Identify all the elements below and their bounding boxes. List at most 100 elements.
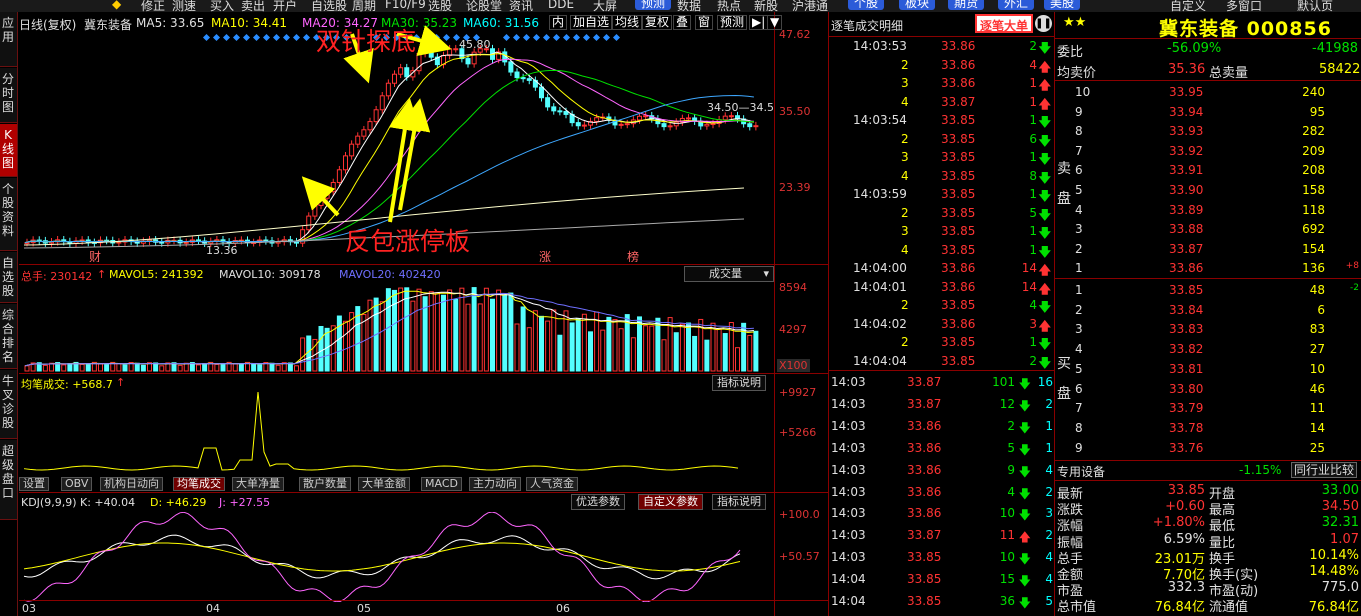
mavol20-legend: MAVOL20: 402420 bbox=[339, 268, 441, 281]
sidebar-tab-6[interactable]: 牛叉诊股 bbox=[0, 370, 17, 439]
toolbar-item-10[interactable]: 资讯 bbox=[509, 0, 533, 12]
toolbar-item-6[interactable]: 周期 bbox=[352, 0, 376, 12]
toolbar-item-20[interactable]: 期货 bbox=[948, 0, 985, 10]
buy-level-row[interactable]: 9 33.76 25 bbox=[1073, 438, 1361, 458]
toolbar-item-15[interactable]: 热点 bbox=[717, 0, 741, 12]
toolbar-item-18[interactable]: 个股 bbox=[848, 0, 885, 10]
signal-diamond-icon bbox=[542, 33, 551, 42]
indicator-tab-6[interactable]: 大单金额 bbox=[358, 477, 410, 491]
sell-level-row[interactable]: 5 33.90 158 bbox=[1073, 180, 1361, 200]
buy-level-row[interactable]: 2 33.84 6 bbox=[1073, 300, 1361, 320]
sidebar-tab-4[interactable]: 自选股 bbox=[0, 252, 17, 303]
signal-diamond-icon bbox=[522, 33, 531, 42]
sell-level-row[interactable]: 9 33.94 95 bbox=[1073, 102, 1361, 122]
period-label[interactable]: 日线(复权) bbox=[19, 16, 76, 33]
quote-book-bottom bbox=[1055, 460, 1361, 461]
toolbar-item-3[interactable]: 卖出 bbox=[241, 0, 265, 12]
chart-header-button-7[interactable]: ▶| bbox=[749, 15, 769, 30]
toolbar-logo-icon[interactable]: ◆ bbox=[112, 0, 121, 11]
sell-level-row[interactable]: 10 33.95 240 bbox=[1073, 82, 1361, 102]
sidebar-tab-5[interactable]: 综合排名 bbox=[0, 304, 17, 369]
sidebar-tab-3[interactable]: 个股资料 bbox=[0, 178, 17, 251]
toolbar-item-5[interactable]: 自选股 bbox=[311, 0, 347, 12]
avg-trade-chart[interactable] bbox=[19, 392, 774, 476]
toolbar-item-25[interactable]: 默认页 bbox=[1297, 0, 1333, 12]
toolbar-item-21[interactable]: 外汇 bbox=[998, 0, 1035, 10]
buy-level-row[interactable]: 7 33.79 11 bbox=[1073, 398, 1361, 418]
indicator-tab-5[interactable]: 散户数量 bbox=[299, 477, 351, 491]
chart-header-button-4[interactable]: 叠 bbox=[673, 15, 692, 30]
sidebar-tab-7[interactable]: 超级盘口 bbox=[0, 440, 17, 520]
sell-level-row[interactable]: 1 33.86 136 +8 bbox=[1073, 258, 1361, 278]
sell-level-row[interactable]: 8 33.93 282 bbox=[1073, 121, 1361, 141]
avg-trade-legend: 均笔成交: +568.7 bbox=[21, 378, 113, 391]
indicator-tab-2[interactable]: 机构日动向 bbox=[100, 477, 163, 491]
toolbar-item-8[interactable]: 选股 bbox=[428, 0, 452, 12]
toolbar-item-2[interactable]: 买入 bbox=[210, 0, 234, 12]
sell-level-row[interactable]: 3 33.88 692 bbox=[1073, 219, 1361, 239]
indicator-tab-0[interactable]: 设置 bbox=[19, 477, 49, 491]
indicator-tab-9[interactable]: 人气资金 bbox=[526, 477, 578, 491]
candle-body bbox=[373, 109, 379, 123]
volume-chart[interactable] bbox=[19, 282, 774, 372]
tick-price: 33.86 bbox=[941, 39, 976, 53]
chart-header-button-1[interactable]: 加自选 bbox=[570, 15, 613, 30]
indicator-tab-4[interactable]: 大单净量 bbox=[232, 477, 284, 491]
toolbar-item-23[interactable]: 自定义 bbox=[1170, 0, 1206, 12]
weibi-row: 委比 -56.09% -41988 bbox=[1055, 41, 1361, 60]
toolbar-item-22[interactable]: 美股 bbox=[1044, 0, 1081, 10]
top-toolbar: 修正 测速 买入 卖出 开户 自选股 周期 F10/F9 选股 论股堂 资讯 DDE 大屏 预测 数据 热点 新… bbox=[0, 0, 1361, 12]
chart-header-button-0[interactable]: 内 bbox=[549, 15, 568, 30]
toolbar-item-0[interactable]: 修正 bbox=[141, 0, 165, 12]
industry-compare-button[interactable]: 同行业比较 bbox=[1291, 462, 1358, 478]
toolbar-item-24[interactable]: 多窗口 bbox=[1226, 0, 1262, 12]
toolbar-item-12[interactable]: 大屏 bbox=[593, 0, 617, 12]
toolbar-item-1[interactable]: 测速 bbox=[172, 0, 196, 12]
sidebar-tab-0[interactable]: 应用 bbox=[0, 12, 17, 67]
chart-header-button-2[interactable]: 均线 bbox=[612, 15, 643, 30]
buy-level-row[interactable]: 6 33.80 46 bbox=[1073, 379, 1361, 399]
buy-level-row[interactable]: 3 33.83 83 bbox=[1073, 319, 1361, 339]
down-arrow-icon: 🡇 bbox=[1018, 508, 1031, 523]
chart-header-button-5[interactable]: 窗 bbox=[695, 15, 714, 30]
sell-level-row[interactable]: 4 33.89 118 bbox=[1073, 200, 1361, 220]
indicator-tab-1[interactable]: OBV bbox=[61, 477, 93, 491]
sidebar-tab-2[interactable]: K线图 bbox=[0, 124, 17, 177]
chart-header-button-6[interactable]: 预测 bbox=[717, 15, 748, 30]
toolbar-item-13[interactable]: 预测 bbox=[635, 0, 672, 10]
buy-level-row[interactable]: 5 33.81 10 bbox=[1073, 359, 1361, 379]
sell-level-row[interactable]: 6 33.91 208 bbox=[1073, 160, 1361, 180]
minute-price: 33.86 bbox=[907, 484, 942, 499]
toolbar-item-11[interactable]: DDE bbox=[548, 0, 574, 11]
pause-icon[interactable]: ❚❚ bbox=[1035, 15, 1052, 32]
favorite-stars-icon[interactable]: ★★ bbox=[1063, 15, 1086, 30]
buy-level-row[interactable]: 8 33.78 14 bbox=[1073, 418, 1361, 438]
big-order-mode-button[interactable]: 逐笔大单 bbox=[975, 14, 1034, 33]
kdj-button-1[interactable]: 自定义参数 bbox=[638, 494, 703, 510]
kdj-button-0[interactable]: 优选参数 bbox=[571, 494, 625, 510]
sell-level-row[interactable]: 7 33.92 209 bbox=[1073, 141, 1361, 161]
indicator-tab-3[interactable]: 均笔成交 bbox=[173, 477, 225, 491]
buy-level-row[interactable]: 4 33.82 27 bbox=[1073, 339, 1361, 359]
indicator-tab-8[interactable]: 主力动向 bbox=[469, 477, 521, 491]
kdj-chart[interactable] bbox=[19, 512, 774, 602]
industry-label[interactable]: 专用设备 bbox=[1057, 463, 1105, 480]
avg-trade-explain-button[interactable]: 指标说明 bbox=[712, 375, 766, 391]
toolbar-item-17[interactable]: 沪港通 bbox=[792, 0, 828, 12]
buy-level-row[interactable]: 1 33.85 48 -2 bbox=[1073, 280, 1361, 300]
sell-change: +8 bbox=[1345, 261, 1359, 272]
volume-bar bbox=[630, 337, 636, 372]
tick-time: 4 bbox=[901, 242, 909, 257]
toolbar-item-4[interactable]: 开户 bbox=[273, 0, 297, 12]
kdj-button-2[interactable]: 指标说明 bbox=[712, 494, 766, 510]
sell-level-row[interactable]: 2 33.87 154 bbox=[1073, 239, 1361, 259]
toolbar-item-7[interactable]: F10/F9 bbox=[385, 0, 426, 11]
chart-header-button-3[interactable]: 复权 bbox=[642, 15, 673, 30]
toolbar-item-19[interactable]: 板块 bbox=[899, 0, 936, 10]
volume-indicator-dropdown[interactable]: 成交量 ▾ bbox=[684, 266, 774, 282]
toolbar-item-14[interactable]: 数据 bbox=[677, 0, 701, 12]
toolbar-item-16[interactable]: 新股 bbox=[754, 0, 778, 12]
indicator-tab-7[interactable]: MACD bbox=[421, 477, 462, 491]
toolbar-item-9[interactable]: 论股堂 bbox=[466, 0, 502, 12]
sidebar-tab-1[interactable]: 分时图 bbox=[0, 68, 17, 123]
